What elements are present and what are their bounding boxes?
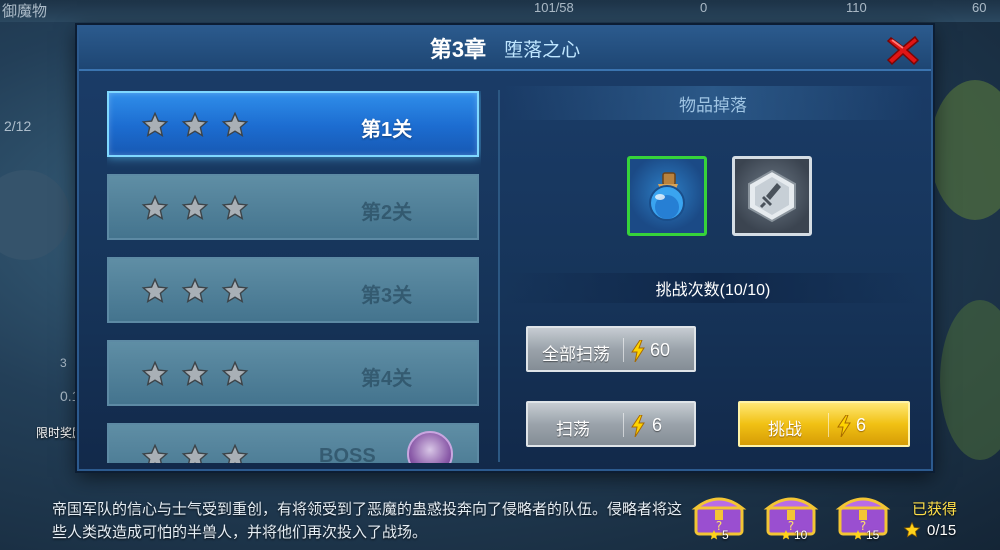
button-separator	[623, 413, 624, 437]
bg-title: 御魔物	[2, 3, 48, 20]
stage-stars	[141, 194, 249, 222]
reward-chest-1[interactable]: ? 5	[690, 490, 748, 542]
stage-stars	[141, 443, 249, 463]
stage-stars	[141, 111, 249, 139]
bg-counter-1: 101/58	[534, 0, 574, 15]
bg-progress: 2/12	[4, 118, 32, 134]
drop-item-rune[interactable]	[732, 156, 812, 236]
obtained-stars: 0/15	[903, 521, 956, 539]
chest-star-count: 10	[794, 528, 808, 542]
star-icon	[181, 111, 209, 137]
star-icon	[221, 443, 249, 463]
star-icon	[221, 194, 249, 220]
bg-count: 3	[60, 356, 67, 370]
sweep-all-cost: 60	[650, 340, 671, 360]
star-icon	[181, 443, 209, 463]
star-icon	[221, 111, 249, 137]
bg-counter-2: 0	[700, 0, 708, 15]
bg-counter-4: 60	[972, 0, 987, 15]
drops-header: 物品掉落	[503, 86, 923, 120]
stage-stars	[141, 360, 249, 388]
star-icon	[221, 360, 249, 386]
reward-chest-3[interactable]: ? 15	[834, 490, 892, 542]
chest-star-requirement: 5	[708, 528, 729, 542]
stage-item-4[interactable]: 第4关	[107, 340, 479, 406]
chapter-story: 帝国军队的信心与士气受到重创，有将领受到了恶魔的蛊惑投奔向了侵略者的队伍。侵略者…	[52, 501, 683, 541]
chapter-label: 第3章	[429, 37, 487, 62]
star-icon	[221, 277, 249, 303]
drop-item-potion[interactable]	[627, 156, 707, 236]
stage-item-1[interactable]: 第1关	[107, 91, 479, 157]
stage-label: BOSS	[319, 445, 376, 463]
stage-item-boss[interactable]: BOSS	[107, 423, 479, 463]
challenge-label: 挑战	[768, 420, 802, 439]
reward-chest-2[interactable]: ? 10	[762, 490, 820, 542]
star-icon	[141, 360, 169, 386]
stage-list: 第1关 第2关 第3关 第4关 BOSS	[107, 91, 481, 463]
obtained-value: 0/15	[927, 521, 957, 539]
challenge-attempts: 挑战次数(10/10)	[503, 273, 923, 303]
star-icon	[181, 194, 209, 220]
stage-label: 第1关	[361, 119, 413, 141]
button-separator	[623, 338, 624, 362]
sweep-all-label: 全部扫荡	[542, 345, 610, 364]
star-icon	[141, 443, 169, 463]
gold-star-icon	[853, 530, 863, 540]
map-grass	[930, 80, 1000, 220]
challenge-button[interactable]: 挑战 6	[738, 401, 910, 447]
star-icon	[141, 111, 169, 137]
stage-stars	[141, 277, 249, 305]
close-x-icon	[886, 35, 920, 66]
star-icon	[181, 277, 209, 303]
chest-star-requirement: 15	[852, 528, 879, 542]
gold-star-icon	[709, 530, 719, 540]
close-button[interactable]	[885, 33, 921, 67]
map-grass-2	[940, 300, 1000, 460]
gold-star-icon	[781, 530, 791, 540]
chapter-name: 堕落之心	[504, 39, 581, 61]
gold-star-icon	[903, 521, 921, 538]
sweep-button[interactable]: 扫荡 6	[526, 401, 696, 447]
button-separator	[828, 413, 829, 437]
star-icon	[141, 194, 169, 220]
energy-bolt-icon	[837, 415, 851, 437]
star-icon	[181, 360, 209, 386]
energy-bolt-icon	[631, 415, 645, 437]
sweep-label: 扫荡	[556, 420, 590, 439]
chest-star-requirement: 10	[780, 528, 807, 542]
sword-rune-icon	[748, 169, 796, 223]
stage-label: 第4关	[361, 368, 413, 390]
star-icon	[141, 277, 169, 303]
stage-label: 第2关	[361, 202, 413, 224]
bg-counter-3: 110	[846, 0, 867, 15]
challenge-cost: 6	[856, 415, 867, 435]
chest-star-count: 5	[722, 528, 729, 542]
stage-label: 第3关	[361, 285, 413, 307]
chest-star-count: 15	[866, 528, 880, 542]
dialog-title-bar: 第3章 堕落之心	[79, 27, 931, 71]
stage-item-3[interactable]: 第3关	[107, 257, 479, 323]
stage-item-2[interactable]: 第2关	[107, 174, 479, 240]
sweep-cost: 6	[652, 415, 663, 435]
boss-skull-icon	[407, 431, 453, 463]
energy-bolt-icon	[631, 340, 645, 362]
panel-divider	[498, 90, 500, 462]
map-circle	[0, 170, 70, 260]
sweep-all-button[interactable]: 全部扫荡 60	[526, 326, 696, 372]
blue-potion-icon	[649, 172, 685, 221]
obtained-label: 已获得	[912, 501, 958, 518]
